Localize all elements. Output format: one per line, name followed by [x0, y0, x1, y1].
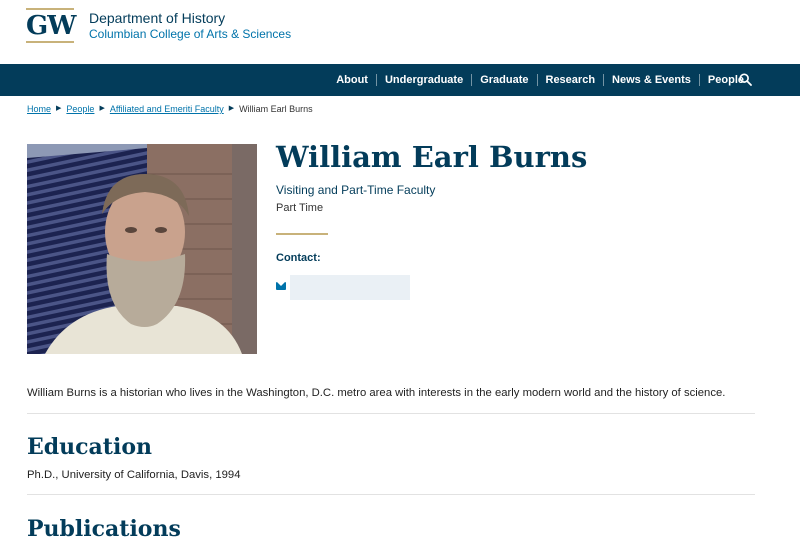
person-status: Part Time	[276, 202, 324, 214]
envelope-icon[interactable]	[276, 282, 286, 290]
breadcrumb-current: William Earl Burns	[239, 104, 313, 114]
logo-bottom-bar	[26, 41, 74, 43]
main-nav: About Undergraduate Graduate Research Ne…	[0, 64, 800, 96]
chevron-right-icon: ▶	[56, 105, 62, 112]
nav-item-news-events[interactable]: News & Events	[603, 74, 699, 86]
email-link-redacted[interactable]	[290, 275, 410, 300]
divider	[276, 233, 328, 235]
nav-item-about[interactable]: About	[328, 74, 376, 86]
search-icon[interactable]	[739, 73, 752, 86]
education-item: Ph.D., University of California, Davis, …	[27, 469, 241, 481]
nav-item-research[interactable]: Research	[536, 74, 604, 86]
chevron-right-icon: ▶	[99, 105, 105, 112]
education-heading: Education	[27, 434, 152, 460]
nav-items: About Undergraduate Graduate Research Ne…	[328, 64, 752, 96]
breadcrumb: Home ▶ People ▶ Affiliated and Emeriti F…	[27, 103, 313, 115]
breadcrumb-people[interactable]: People	[66, 103, 94, 115]
page-title: William Earl Burns	[276, 140, 588, 174]
gw-logo[interactable]: GW	[26, 8, 76, 44]
logo-top-bar	[26, 8, 74, 10]
profile-photo	[27, 144, 257, 354]
site-header: GW Department of History Columbian Colle…	[0, 0, 800, 64]
logo-letters: GW	[26, 11, 76, 41]
college-name[interactable]: Columbian College of Arts & Sciences	[89, 27, 291, 42]
publications-heading: Publications	[27, 516, 181, 542]
contact-label: Contact:	[276, 252, 321, 264]
person-title: Visiting and Part-Time Faculty	[276, 183, 436, 197]
nav-item-undergraduate[interactable]: Undergraduate	[375, 74, 471, 86]
divider	[27, 494, 755, 495]
nav-item-graduate[interactable]: Graduate	[471, 74, 536, 86]
chevron-right-icon: ▶	[228, 105, 235, 112]
divider	[27, 413, 755, 414]
breadcrumb-affiliated-faculty[interactable]: Affiliated and Emeriti Faculty	[110, 103, 224, 115]
bio-text: William Burns is a historian who lives i…	[27, 387, 726, 399]
department-name[interactable]: Department of History	[89, 10, 225, 27]
breadcrumb-home[interactable]: Home	[27, 103, 51, 115]
